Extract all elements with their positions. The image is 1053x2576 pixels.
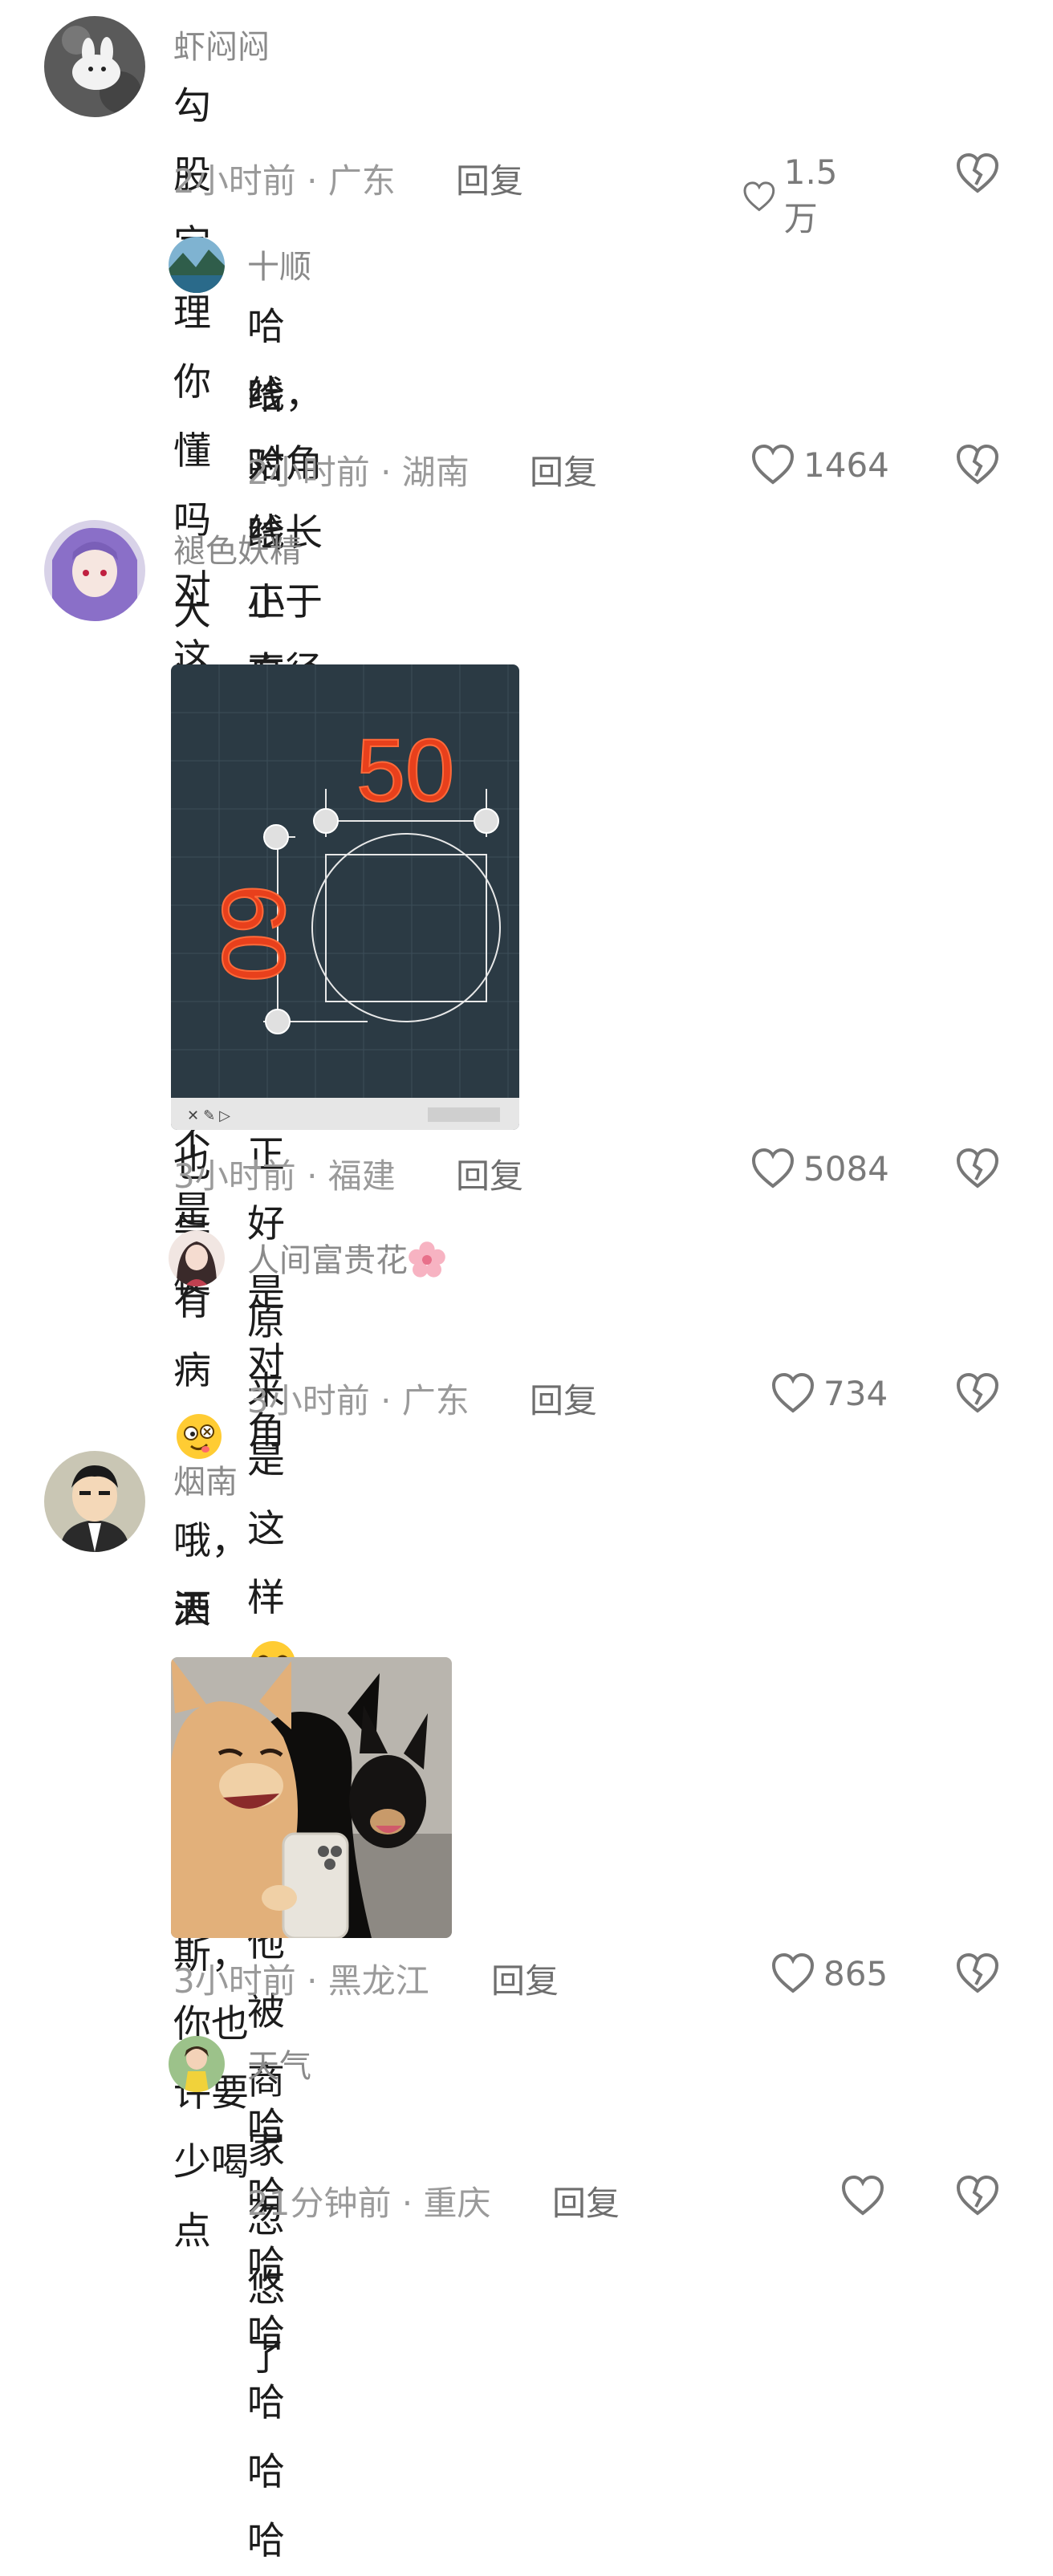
like-button[interactable]: 734 [770,1372,888,1414]
heart-icon [841,2175,884,2216]
avatar[interactable] [44,520,145,621]
heart-icon [771,1372,815,1413]
broken-heart-icon[interactable] [955,1372,1000,1414]
username[interactable]: 褪色妖精 [173,525,302,571]
avatar[interactable] [44,1451,145,1552]
reply-button[interactable]: 回复 [491,1954,559,2003]
time-location: 2小时前 · 广东 [173,161,396,201]
time-location: 3小时前 · 广东 [247,1381,470,1420]
heart-icon [771,1952,815,1993]
like-button[interactable]: 1.5万 [742,152,849,241]
username[interactable]: 烟南 [173,1456,238,1502]
dizzy-face-emoji-icon [177,1414,222,1459]
like-button[interactable]: 1464 [750,444,889,486]
svg-text:✕ ✎ ▷: ✕ ✎ ▷ [187,1107,230,1123]
broken-heart-icon[interactable] [955,444,1000,486]
like-count: 5084 [803,1148,889,1188]
like-count: 734 [823,1373,888,1413]
username[interactable]: 天气 [247,2040,311,2086]
comment-text: 哈哈哈哈哈哈哈 [247,2105,285,2563]
like-count: 1464 [803,445,889,485]
broken-heart-icon[interactable] [955,152,1000,194]
broken-heart-icon[interactable] [955,1148,1000,1189]
heart-icon [751,1148,795,1188]
heart-icon [743,181,775,212]
dimension-label-left: 60 [204,884,303,982]
username-row: 人间富贵花 [247,1234,446,1281]
comment-image[interactable]: 50 60 ✕ ✎ ▷ [171,664,519,1130]
comment-text: 原来是这样 [247,1300,285,1620]
reply-button[interactable]: 回复 [552,2176,620,2225]
avatar[interactable] [169,2036,225,2092]
cartoon-avatar-icon [44,16,145,117]
reply-button[interactable]: 回复 [530,1374,597,1423]
like-count: 1.5万 [783,152,838,238]
username[interactable]: 十顺 [247,241,311,287]
time-location: 21分钟前 · 重庆 [247,2184,491,2223]
username[interactable]: 虾闷闷 [173,21,270,67]
like-button[interactable] [840,2175,885,2216]
reply-button[interactable]: 回复 [456,1149,523,1198]
landscape-avatar-icon [169,237,225,293]
anime-girl-avatar-icon [44,520,145,621]
reply-button[interactable]: 回复 [456,154,523,203]
avatar[interactable] [44,16,145,117]
broken-heart-icon[interactable] [955,1952,1000,1994]
cad-drawing-image: 50 60 ✕ ✎ ▷ [171,664,519,1130]
like-count: 865 [823,1953,888,1993]
cartoon-man-avatar-icon [44,1451,145,1552]
chihuahua-dogs-image [171,1657,452,1938]
avatar[interactable] [169,1230,225,1286]
time-location: 3小时前 · 黑龙江 [173,1961,429,2001]
dimension-label-top: 50 [356,721,454,820]
time-location: 3小时前 · 福建 [173,1156,396,1196]
child-avatar-icon [169,2036,225,2092]
sakura-flower-icon [409,1241,445,1278]
time-location: 2小时前 · 湖南 [247,453,470,492]
avatar[interactable] [169,237,225,293]
portrait-avatar-icon [169,1230,225,1286]
broken-heart-icon[interactable] [955,2175,1000,2216]
heart-icon [751,444,795,485]
comment-image[interactable] [171,1657,452,1938]
reply-button[interactable]: 回复 [530,445,597,494]
like-button[interactable]: 5084 [750,1148,889,1189]
like-button[interactable]: 865 [770,1952,888,1994]
username[interactable]: 人间富贵花 [247,1242,408,1279]
